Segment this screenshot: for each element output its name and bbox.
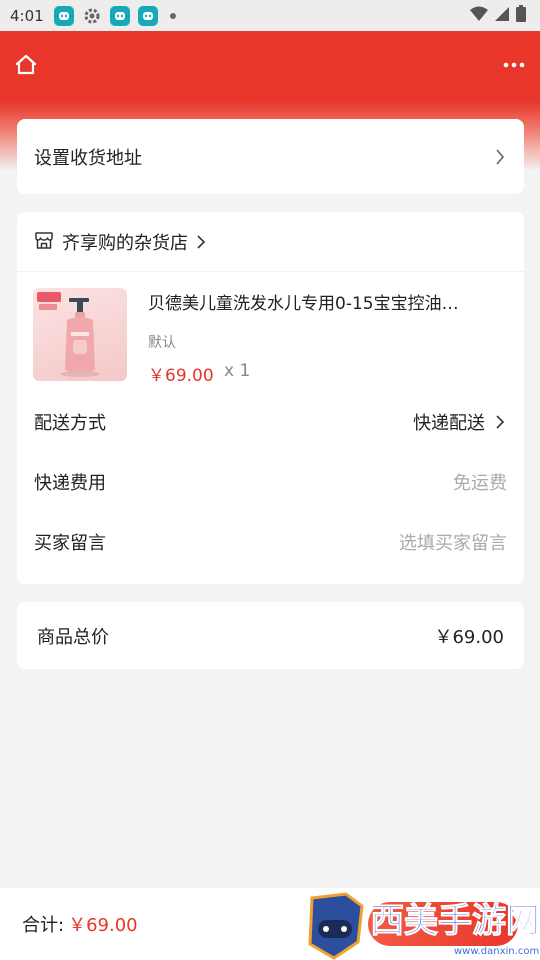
delivery-method-row[interactable]: 配送方式 快递配送 <box>17 392 524 452</box>
more-options-button[interactable] <box>500 51 528 79</box>
set-address-label: 设置收货地址 <box>34 147 142 169</box>
status-time: 4:01 <box>10 6 44 25</box>
chevron-right-icon <box>196 233 208 251</box>
shipping-fee-row: 快递费用 免运费 <box>17 452 524 512</box>
product-quantity: x 1 <box>224 361 251 381</box>
chevron-right-icon <box>495 413 507 431</box>
goods-total-value: ￥69.00 <box>434 626 504 648</box>
goods-total-label: 商品总价 <box>37 626 109 648</box>
product-price: ￥69.00 <box>148 366 214 386</box>
submit-order-button[interactable] <box>368 902 518 946</box>
buyer-message-label: 买家留言 <box>34 533 106 554</box>
checkout-bar: 合计: ￥69.00 <box>0 888 540 960</box>
buyer-message-input[interactable]: 选填买家留言 <box>399 529 507 555</box>
shop-name: 齐享购的杂货店 <box>62 232 188 254</box>
delivery-method-value-wrap: 快递配送 <box>413 409 507 435</box>
total-value: ￥69.00 <box>68 915 138 936</box>
shop-row[interactable]: 齐享购的杂货店 <box>17 212 524 272</box>
settings-gear-icon <box>82 6 102 26</box>
home-icon <box>15 54 37 75</box>
product-title: 贝德美儿童洗发水儿专用0-15宝宝控油… <box>148 294 459 314</box>
set-address-row[interactable]: 设置收货地址 <box>17 119 524 194</box>
shipping-fee-value: 免运费 <box>453 473 507 494</box>
signal-icon <box>494 6 510 26</box>
chevron-right-icon <box>493 147 507 167</box>
battery-icon <box>516 5 526 26</box>
store-icon <box>34 231 54 253</box>
wifi-icon <box>470 6 488 26</box>
app-notification-icon <box>53 5 74 26</box>
shipping-fee-label: 快递费用 <box>34 473 106 494</box>
product-image <box>33 288 127 381</box>
product-spec: 默认 <box>148 335 176 351</box>
order-card: 齐享购的杂货店 贝德美儿童洗发水儿专用0-15宝宝控油… 默认 ￥69.00 x… <box>17 212 524 584</box>
goods-total-card: 商品总价 ￥69.00 <box>17 602 524 669</box>
home-button[interactable] <box>12 51 40 79</box>
total-label: 合计: <box>22 915 65 936</box>
delivery-method-value: 快递配送 <box>413 413 485 434</box>
app-notification-icon <box>137 5 158 26</box>
buyer-message-row: 买家留言 选填买家留言 <box>17 512 524 572</box>
app-notification-icon <box>109 5 130 26</box>
more-dots-icon <box>503 62 525 68</box>
more-notifications-dot-icon <box>169 12 176 19</box>
status-bar: 4:01 <box>0 0 540 31</box>
delivery-method-label: 配送方式 <box>34 413 106 434</box>
product-item[interactable]: 贝德美儿童洗发水儿专用0-15宝宝控油… 默认 ￥69.00 x 1 <box>17 272 524 392</box>
